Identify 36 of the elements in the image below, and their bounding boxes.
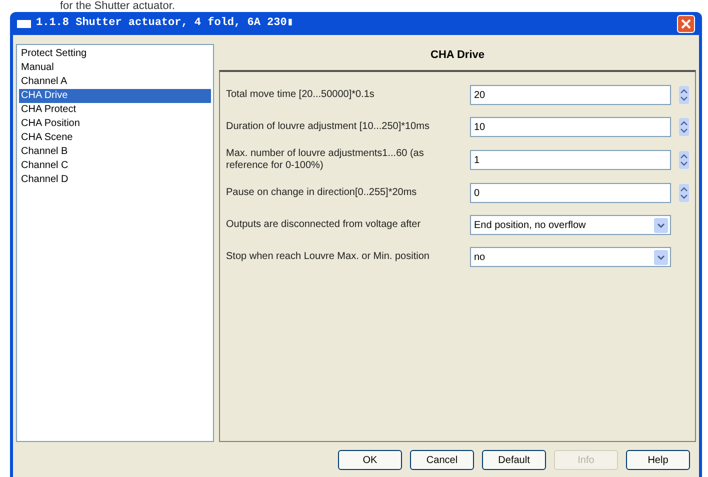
parameter-label: Max. number of louvre adjustments1...60 (as reference for 0-100%)	[226, 148, 425, 172]
number-field[interactable]: 1	[470, 150, 671, 170]
number-field[interactable]: 20	[470, 85, 671, 105]
sidebar-item[interactable]: Channel B	[19, 145, 211, 159]
sidebar-item[interactable]: CHA Scene	[19, 131, 211, 145]
sidebar-item[interactable]: CHA Protect	[19, 103, 211, 117]
panel-title: CHA Drive	[430, 48, 486, 63]
parameter-label: Duration of louvre adjustment [10...250]*10ms	[226, 121, 430, 133]
spinner-arrows-icon[interactable]	[679, 184, 689, 202]
close-icon	[681, 18, 691, 28]
dialog-button[interactable]: Help	[626, 450, 690, 470]
number-field[interactable]: 10	[470, 117, 671, 137]
document-text: for the Shutter actuator.	[60, 0, 175, 12]
number-field[interactable]: 0	[470, 183, 671, 203]
sidebar-item[interactable]: Channel C	[19, 159, 211, 173]
dropdown-field[interactable]: End position, no overflow	[470, 215, 671, 235]
spinner-arrows-icon[interactable]	[679, 151, 689, 169]
close-button[interactable]	[677, 14, 695, 32]
sidebar-item[interactable]: Channel A	[19, 75, 211, 89]
spinner-arrows-icon[interactable]	[679, 86, 689, 104]
sidebar-item[interactable]: Protect Setting	[19, 47, 211, 61]
sidebar-item[interactable]: CHA Drive	[19, 89, 211, 103]
parameter-label: Stop when reach Louvre Max. or Min. position	[226, 251, 430, 263]
sidebar-item[interactable]: Channel D	[19, 173, 211, 187]
window-icon	[17, 20, 31, 28]
dialog-button[interactable]: Default	[482, 450, 546, 470]
sidebar-item[interactable]: CHA Position	[19, 117, 211, 131]
sidebar-item[interactable]: Manual	[19, 61, 211, 75]
dialog-button[interactable]: OK	[338, 450, 402, 470]
parameter-label: Outputs are disconnected from voltage after	[226, 219, 422, 231]
parameter-label: Pause on change in direction[0..255]*20ms	[226, 187, 418, 199]
parameter-label: Total move time [20...50000]*0.1s	[226, 89, 376, 101]
dialog-button[interactable]: Cancel	[410, 450, 474, 470]
spinner-arrows-icon[interactable]	[679, 118, 689, 136]
dropdown-field[interactable]: no	[470, 247, 671, 267]
window-title: 1.1.8 Shutter actuator, 4 fold, 6A 230▮	[36, 16, 294, 32]
